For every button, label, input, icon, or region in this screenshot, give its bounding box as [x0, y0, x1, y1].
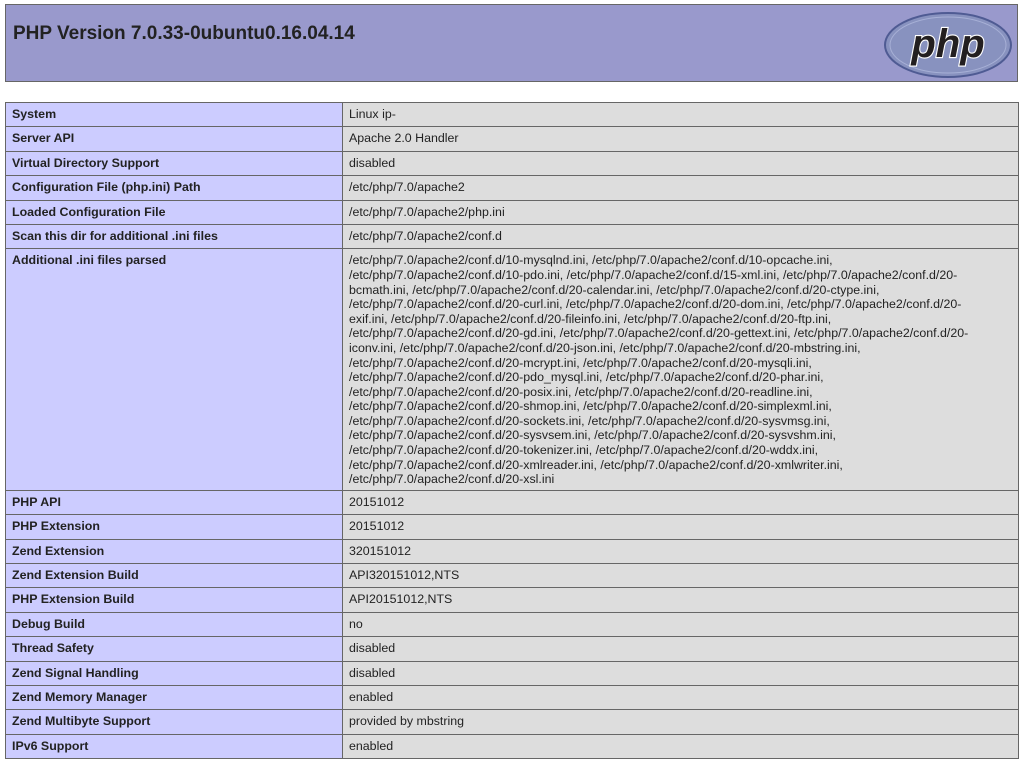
info-label: IPv6 Support — [5, 733, 343, 760]
info-label: PHP Extension — [5, 514, 343, 540]
php-version-header: PHP Version 7.0.33-0ubuntu0.16.04.14 php — [5, 4, 1018, 82]
info-label: Additional .ini files parsed — [5, 248, 343, 491]
info-row: System Linux ip- — [5, 101, 1019, 128]
info-value: enabled — [342, 733, 1019, 760]
ini-file-line: /etc/php/7.0/apache2/conf.d/20-tokenizer… — [349, 443, 819, 458]
info-value: disabled — [342, 150, 1019, 177]
info-label: Zend Multibyte Support — [5, 709, 343, 735]
info-label: Configuration File (php.ini) Path — [5, 175, 343, 201]
info-value: disabled — [342, 636, 1019, 662]
ini-file-line: /etc/php/7.0/apache2/conf.d/20-shmop.ini… — [349, 399, 832, 414]
info-value: /etc/php/7.0/apache2/conf.d/10-mysqlnd.i… — [342, 248, 1019, 491]
php-logo-text: php — [910, 22, 984, 66]
info-value: provided by mbstring — [342, 709, 1019, 735]
info-label: Thread Safety — [5, 636, 343, 662]
info-row: Zend Memory Manager enabled — [5, 684, 1019, 711]
info-label: Loaded Configuration File — [5, 199, 343, 225]
info-label: PHP API — [5, 489, 343, 516]
info-row: Scan this dir for additional .ini files /… — [5, 223, 1019, 250]
info-value: no — [342, 611, 1019, 638]
info-value: API20151012,NTS — [342, 587, 1019, 613]
info-row: PHP Extension 20151012 — [5, 514, 1019, 540]
page-title: PHP Version 7.0.33-0ubuntu0.16.04.14 — [13, 23, 355, 44]
php-info-table: System Linux ip- Server API Apache 2.0 Hand… — [5, 101, 1019, 760]
info-value: 320151012 — [342, 538, 1019, 565]
ini-file-line: iconv.ini, /etc/php/7.0/apache2/conf.d/2… — [349, 340, 861, 355]
ini-file-line: /etc/php/7.0/apache2/conf.d/20-xmlreader… — [349, 457, 843, 472]
info-label: Zend Extension — [5, 538, 343, 565]
info-label: System — [5, 101, 343, 128]
info-value: 20151012 — [342, 514, 1019, 540]
info-label: PHP Extension Build — [5, 587, 343, 613]
ini-file-line: /etc/php/7.0/apache2/conf.d/20-sockets.i… — [349, 413, 830, 428]
info-row: Debug Build no — [5, 611, 1019, 638]
info-row: IPv6 Support enabled — [5, 733, 1019, 760]
info-value: API320151012,NTS — [342, 563, 1019, 589]
info-value: disabled — [342, 660, 1019, 686]
info-row: Zend Extension 320151012 — [5, 538, 1019, 565]
ini-file-line: bcmath.ini, /etc/php/7.0/apache2/conf.d/… — [349, 282, 880, 297]
ini-file-line: exif.ini, /etc/php/7.0/apache2/conf.d/20… — [349, 311, 832, 326]
info-row: PHP API 20151012 — [5, 489, 1019, 516]
info-value: enabled — [342, 684, 1019, 711]
info-value: /etc/php/7.0/apache2/conf.d — [342, 223, 1019, 250]
ini-file-line: /etc/php/7.0/apache2/conf.d/20-mcrypt.in… — [349, 355, 812, 370]
ini-file-line: /etc/php/7.0/apache2/conf.d/10-mysqlnd.i… — [349, 253, 833, 268]
ini-file-line: /etc/php/7.0/apache2/conf.d/20-gd.ini, /… — [349, 326, 969, 341]
info-value: Linux ip- — [342, 101, 1019, 128]
info-row: Zend Signal Handling disabled — [5, 660, 1019, 686]
info-row: Zend Multibyte Support provided by mbstri… — [5, 709, 1019, 735]
info-label: Scan this dir for additional .ini files — [5, 223, 343, 250]
info-row: Virtual Directory Support disabled — [5, 150, 1019, 177]
info-value: /etc/php/7.0/apache2/php.ini — [342, 199, 1019, 225]
ini-file-line: /etc/php/7.0/apache2/conf.d/10-pdo.ini, … — [349, 267, 958, 282]
info-value: 20151012 — [342, 489, 1019, 516]
info-row: Loaded Configuration File/etc/php/7.0/ap… — [5, 199, 1019, 225]
info-row: Zend Extension Build API320151012,NTS — [5, 563, 1019, 589]
info-row: Thread Safety disabled — [5, 636, 1019, 662]
info-label: Zend Memory Manager — [5, 684, 343, 711]
php-logo[interactable]: php — [883, 12, 1013, 78]
ini-file-line: /etc/php/7.0/apache2/conf.d/20-xsl.ini — [349, 472, 555, 487]
info-value: /etc/php/7.0/apache2 — [342, 175, 1019, 201]
info-row: PHP Extension Build API20151012,NTS — [5, 587, 1019, 613]
info-label: Virtual Directory Support — [5, 150, 343, 177]
info-label: Zend Signal Handling — [5, 660, 343, 686]
ini-file-line: /etc/php/7.0/apache2/conf.d/20-posix.ini… — [349, 384, 813, 399]
info-value: Apache 2.0 Handler — [342, 126, 1019, 152]
ini-file-line: /etc/php/7.0/apache2/conf.d/20-curl.ini,… — [349, 297, 962, 312]
info-row: Additional .ini files parsed/etc/php/7.0… — [5, 248, 1019, 491]
ini-file-line: /etc/php/7.0/apache2/conf.d/20-sysvsem.i… — [349, 428, 836, 443]
info-label: Server API — [5, 126, 343, 152]
info-row: Configuration File (php.ini) Path/etc/ph… — [5, 175, 1019, 201]
info-label: Debug Build — [5, 611, 343, 638]
info-label: Zend Extension Build — [5, 563, 343, 589]
info-row: Server API Apache 2.0 Handler — [5, 126, 1019, 152]
ini-file-line: /etc/php/7.0/apache2/conf.d/20-pdo_mysql… — [349, 370, 824, 385]
